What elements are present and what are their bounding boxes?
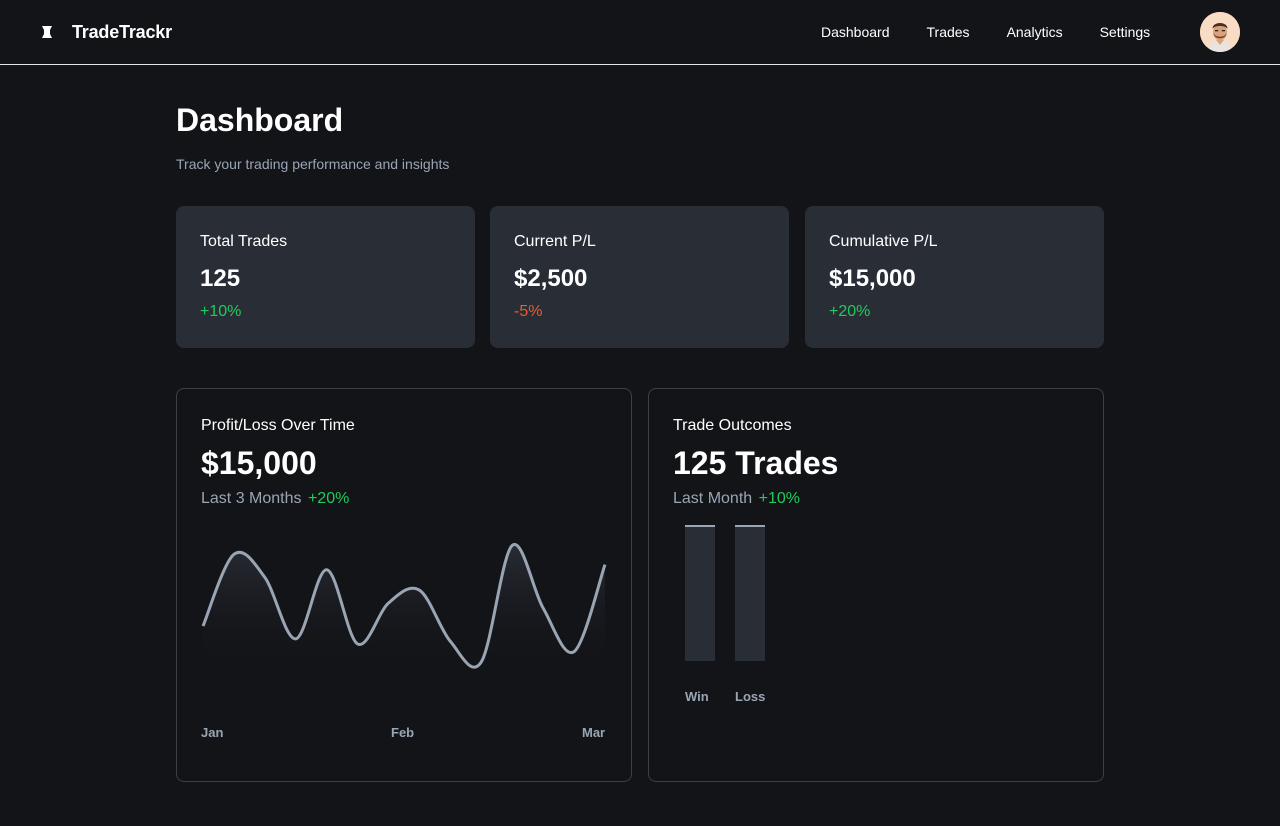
bar-category-label: Loss [735, 689, 766, 704]
brand[interactable]: TradeTrackr [40, 20, 172, 44]
profit-loss-line-chart [201, 543, 607, 673]
bar-body [685, 527, 715, 661]
stat-value: 125 [200, 265, 241, 292]
stat-value: $2,500 [514, 265, 588, 292]
top-navbar: TradeTrackr Dashboard Trades Analytics S… [0, 0, 1280, 65]
profit-loss-panel: Profit/Loss Over Time $15,000 Last 3 Mon… [176, 388, 632, 782]
panel-period: Last 3 Months +20% [201, 490, 607, 508]
avatar[interactable] [1200, 12, 1240, 52]
stat-card-current-pl: Current P/L $2,500 -5% [490, 206, 789, 348]
period-label: Last Month [673, 490, 753, 507]
stat-label: Total Trades [200, 233, 288, 250]
panel-title: Trade Outcomes [673, 417, 792, 434]
panel-title: Profit/Loss Over Time [201, 417, 355, 434]
app-name: TradeTrackr [72, 21, 172, 42]
stat-label: Cumulative P/L [829, 233, 938, 250]
trade-outcomes-panel: Trade Outcomes 125 Trades Last Month +10… [648, 388, 1104, 782]
page-subtitle: Track your trading performance and insig… [176, 156, 450, 172]
stat-change: +10% [200, 303, 242, 320]
stat-change: -5% [514, 303, 543, 320]
period-change: +20% [307, 490, 350, 507]
nav-item-analytics[interactable]: Analytics [1007, 24, 1063, 40]
bar-category-label: Win [685, 689, 709, 704]
nav-item-dashboard[interactable]: Dashboard [821, 24, 890, 40]
stat-card-cumulative-pl: Cumulative P/L $15,000 +20% [805, 206, 1104, 348]
panel-period: Last Month +10% [673, 490, 1079, 508]
stat-value: $15,000 [829, 265, 916, 292]
nav-item-settings[interactable]: Settings [1100, 24, 1151, 40]
bar-loss [735, 525, 765, 661]
x-tick-label: Mar [582, 725, 606, 740]
bar-win [685, 525, 715, 661]
panel-value: 125 Trades [673, 445, 839, 481]
x-tick-label: Feb [391, 725, 415, 740]
logo-icon [42, 26, 52, 38]
main-nav: Dashboard Trades Analytics Settings [821, 22, 1150, 42]
period-change: +10% [758, 490, 800, 507]
stat-change: +20% [829, 303, 871, 320]
period-label: Last 3 Months [201, 490, 302, 507]
panel-value: $15,000 [201, 445, 317, 481]
x-tick-label: Jan [201, 725, 224, 740]
bar-body [735, 527, 765, 661]
stat-card-total-trades: Total Trades 125 +10% [176, 206, 475, 348]
page-title: Dashboard [176, 102, 344, 138]
stat-label: Current P/L [514, 233, 596, 250]
nav-item-trades[interactable]: Trades [927, 24, 970, 40]
user-avatar-icon [1200, 12, 1240, 52]
